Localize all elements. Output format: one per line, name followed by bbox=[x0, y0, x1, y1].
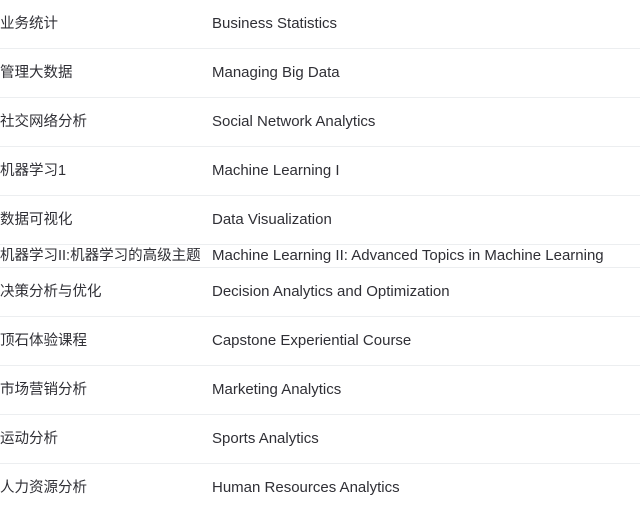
course-name-zh-cell: 机器学习II:机器学习的高级主题 bbox=[0, 245, 212, 268]
course-name-zh-cell: 人力资源分析 bbox=[0, 464, 212, 512]
table-row: 市场营销分析 Marketing Analytics bbox=[0, 366, 640, 415]
course-name-en-cell: Managing Big Data bbox=[212, 49, 640, 98]
course-list-table: 业务统计 Business Statistics 管理大数据 Managing … bbox=[0, 0, 640, 512]
course-list-body: 业务统计 Business Statistics 管理大数据 Managing … bbox=[0, 0, 640, 512]
course-name-en: Data Visualization bbox=[212, 209, 640, 231]
course-name-en: Capstone Experiential Course bbox=[212, 330, 640, 352]
course-name-en-cell: Marketing Analytics bbox=[212, 366, 640, 415]
course-name-zh: 机器学习1 bbox=[0, 160, 212, 182]
course-name-en-cell: Business Statistics bbox=[212, 0, 640, 49]
course-name-en: Sports Analytics bbox=[212, 428, 640, 450]
table-row: 数据可视化 Data Visualization bbox=[0, 196, 640, 245]
course-name-en: Machine Learning I bbox=[212, 160, 640, 182]
table-row: 社交网络分析 Social Network Analytics bbox=[0, 98, 640, 147]
table-row: 顶石体验课程 Capstone Experiential Course bbox=[0, 317, 640, 366]
course-name-zh-cell: 市场营销分析 bbox=[0, 366, 212, 415]
course-name-zh: 业务统计 bbox=[0, 13, 212, 35]
course-name-zh: 管理大数据 bbox=[0, 62, 212, 84]
course-name-zh: 机器学习II:机器学习的高级主题 bbox=[0, 245, 212, 267]
course-name-en: Decision Analytics and Optimization bbox=[212, 281, 640, 303]
course-name-zh-cell: 管理大数据 bbox=[0, 49, 212, 98]
course-name-zh: 顶石体验课程 bbox=[0, 330, 212, 352]
course-name-zh: 决策分析与优化 bbox=[0, 281, 212, 303]
course-name-zh: 市场营销分析 bbox=[0, 379, 212, 401]
course-name-zh: 数据可视化 bbox=[0, 209, 212, 231]
course-name-zh: 运动分析 bbox=[0, 428, 212, 450]
course-name-en-cell: Machine Learning I bbox=[212, 147, 640, 196]
course-name-zh-cell: 业务统计 bbox=[0, 0, 212, 49]
course-name-en-cell: Data Visualization bbox=[212, 196, 640, 245]
course-name-zh: 人力资源分析 bbox=[0, 477, 212, 499]
table-row: 决策分析与优化 Decision Analytics and Optimizat… bbox=[0, 268, 640, 317]
course-name-en-cell: Social Network Analytics bbox=[212, 98, 640, 147]
course-name-zh-cell: 社交网络分析 bbox=[0, 98, 212, 147]
table-row: 人力资源分析 Human Resources Analytics bbox=[0, 464, 640, 512]
course-name-zh-cell: 决策分析与优化 bbox=[0, 268, 212, 317]
course-name-zh-cell: 机器学习1 bbox=[0, 147, 212, 196]
course-name-en: Human Resources Analytics bbox=[212, 477, 640, 499]
course-name-en: Managing Big Data bbox=[212, 62, 640, 84]
course-name-en-cell: Human Resources Analytics bbox=[212, 464, 640, 512]
course-name-en: Machine Learning II: Advanced Topics in … bbox=[212, 245, 640, 267]
course-name-en: Social Network Analytics bbox=[212, 111, 640, 133]
table-row: 运动分析 Sports Analytics bbox=[0, 415, 640, 464]
table-row: 机器学习II:机器学习的高级主题 Machine Learning II: Ad… bbox=[0, 245, 640, 268]
course-name-en-cell: Decision Analytics and Optimization bbox=[212, 268, 640, 317]
table-row: 机器学习1 Machine Learning I bbox=[0, 147, 640, 196]
course-name-en-cell: Capstone Experiential Course bbox=[212, 317, 640, 366]
course-name-en-cell: Machine Learning II: Advanced Topics in … bbox=[212, 245, 640, 268]
course-name-en: Business Statistics bbox=[212, 13, 640, 35]
course-name-zh-cell: 数据可视化 bbox=[0, 196, 212, 245]
course-name-zh: 社交网络分析 bbox=[0, 111, 212, 133]
table-row: 业务统计 Business Statistics bbox=[0, 0, 640, 49]
course-name-en: Marketing Analytics bbox=[212, 379, 640, 401]
table-row: 管理大数据 Managing Big Data bbox=[0, 49, 640, 98]
course-name-en-cell: Sports Analytics bbox=[212, 415, 640, 464]
course-name-zh-cell: 顶石体验课程 bbox=[0, 317, 212, 366]
course-name-zh-cell: 运动分析 bbox=[0, 415, 212, 464]
